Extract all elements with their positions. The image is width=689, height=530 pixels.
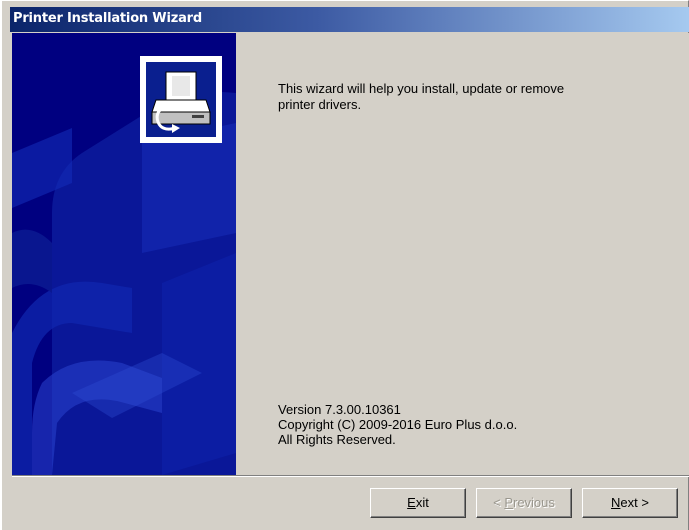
next-label-rest: ext > — [620, 495, 649, 510]
intro-line-1: This wizard will help you install, updat… — [278, 81, 565, 96]
exit-button[interactable]: Exit — [370, 488, 466, 518]
intro-text: This wizard will help you install, updat… — [278, 81, 638, 113]
button-separator — [12, 475, 689, 477]
window-title: Printer Installation Wizard — [13, 11, 202, 26]
title-bar[interactable]: Printer Installation Wizard — [10, 7, 689, 32]
previous-mnemonic: P — [504, 495, 513, 510]
next-button[interactable]: Next > — [582, 488, 678, 518]
next-mnemonic: N — [611, 495, 621, 510]
copyright-label: Copyright (C) 2009-2016 Euro Plus d.o.o. — [278, 417, 518, 432]
printer-install-icon — [140, 56, 222, 143]
version-label: Version 7.3.00.10361 — [278, 402, 401, 417]
rights-label: All Rights Reserved. — [278, 432, 396, 447]
intro-line-2: printer drivers. — [278, 97, 362, 112]
previous-button[interactable]: < Previous — [476, 488, 572, 518]
exit-label-rest: xit — [415, 495, 429, 510]
previous-prefix: < — [493, 495, 505, 510]
wizard-content: This wizard will help you install, updat… — [236, 33, 689, 475]
version-info: Version 7.3.00.10361 Copyright (C) 2009-… — [278, 402, 658, 447]
wizard-window: Printer Installation Wizard This wizard … — [0, 0, 689, 530]
previous-label-rest: revious — [512, 495, 555, 510]
wizard-banner — [12, 33, 236, 475]
exit-mnemonic: E — [407, 495, 416, 510]
